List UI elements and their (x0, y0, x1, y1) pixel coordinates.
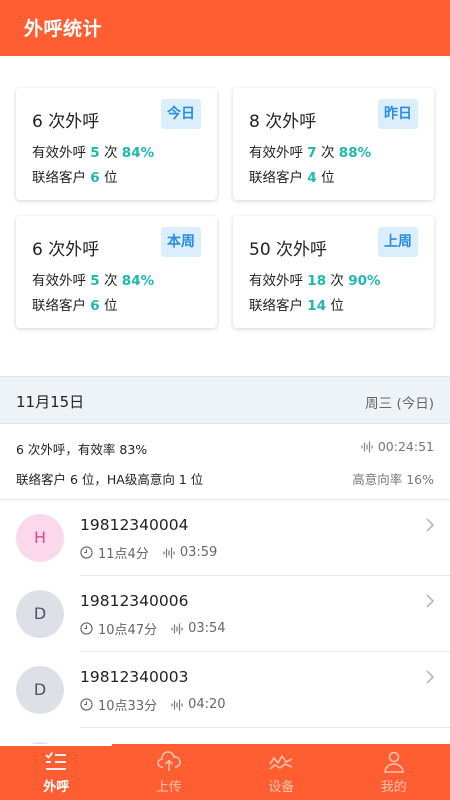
period-tag: 本周 (161, 227, 201, 257)
day-date: 11月15日 (16, 393, 85, 411)
stat-card-yesterday[interactable]: 8 次外呼 昨日 有效外呼 7 次 88% 联络客户 4 位 (233, 88, 434, 200)
contacted-customers: 联络客户 6 位 (32, 298, 118, 314)
summary-duration: 00:24:51 (361, 439, 434, 454)
call-meta: 10点47分 03:54 (80, 619, 226, 638)
chevron-right-icon[interactable] (424, 668, 436, 686)
stat-card-this-week[interactable]: 6 次外呼 本周 有效外呼 5 次 84% 联络客户 6 位 (16, 216, 217, 328)
device-wave-icon (269, 754, 293, 770)
period-tag: 今日 (161, 99, 201, 129)
tab-upload[interactable]: 上传 (113, 744, 226, 800)
summary-intent-rate: 高意向率 16% (352, 472, 434, 487)
bottom-tab-bar: 外呼 上传 设备 我的 (0, 744, 450, 800)
tab-label: 设备 (268, 780, 295, 795)
call-duration: 03:54 (188, 621, 226, 636)
phone-number: 19812340006 (80, 592, 189, 610)
chevron-right-icon[interactable] (424, 516, 436, 534)
avatar: D (16, 590, 64, 638)
tab-calls[interactable]: 外呼 (0, 744, 113, 800)
call-row[interactable]: D 19812340006 10点47分 03:54 (0, 576, 450, 652)
tab-profile[interactable]: 我的 (338, 744, 450, 800)
calls-count: 6 次外呼 (32, 240, 100, 260)
call-row[interactable]: D 19812340003 10点33分 04:20 (0, 652, 450, 728)
calls-count: 50 次外呼 (249, 240, 328, 260)
avatar: D (16, 666, 64, 714)
tab-label: 外呼 (43, 780, 70, 795)
app-header: 外呼统计 (0, 0, 450, 56)
total-duration: 00:24:51 (377, 439, 434, 454)
audio-wave-icon (361, 440, 373, 453)
call-row[interactable]: D (0, 728, 450, 744)
chevron-right-icon[interactable] (424, 592, 436, 610)
page-title: 外呼统计 (24, 18, 103, 40)
avatar: H (16, 514, 64, 562)
calls-count: 6 次外呼 (32, 112, 100, 132)
contacted-customers: 联络客户 4 位 (249, 170, 335, 186)
list-check-icon (45, 751, 66, 770)
tab-label: 上传 (155, 780, 182, 795)
period-tag: 上周 (378, 227, 418, 257)
calls-count: 8 次外呼 (249, 112, 317, 132)
cloud-upload-icon (156, 751, 181, 771)
phone-number: 19812340004 (80, 516, 189, 534)
period-tag: 昨日 (378, 99, 418, 129)
stat-card-today[interactable]: 6 次外呼 今日 有效外呼 5 次 84% 联络客户 6 位 (16, 88, 217, 200)
contacted-customers: 联络客户 14 位 (249, 298, 344, 314)
audio-wave-icon (171, 622, 183, 635)
effective-calls: 有效外呼 7 次 88% (249, 145, 372, 161)
effective-calls: 有效外呼 5 次 84% (32, 145, 155, 161)
call-meta: 10点33分 04:20 (80, 695, 226, 714)
call-time: 10点33分 (98, 699, 158, 714)
call-list[interactable]: H 19812340004 11点4分 03:59 D 19812340006 … (0, 500, 450, 744)
clock-icon (80, 698, 93, 711)
call-time: 11点4分 (98, 547, 149, 562)
stats-grid: 6 次外呼 今日 有效外呼 5 次 84% 联络客户 6 位 8 次外呼 昨日 … (0, 56, 450, 376)
clock-icon (80, 622, 93, 635)
contacted-customers: 联络客户 6 位 (32, 170, 118, 186)
call-time: 10点47分 (98, 623, 158, 638)
call-duration: 03:59 (179, 545, 218, 560)
stat-card-last-week[interactable]: 50 次外呼 上周 有效外呼 18 次 90% 联络客户 14 位 (233, 216, 434, 328)
day-header: 11月15日 周三 (今日) (0, 376, 450, 424)
call-duration: 04:20 (188, 697, 226, 712)
tab-label: 我的 (380, 780, 407, 795)
summary-contacts: 联络客户 6 位，HA级高意向 1 位 (16, 472, 204, 487)
effective-calls: 有效外呼 5 次 84% (32, 273, 155, 289)
call-row[interactable]: H 19812340004 11点4分 03:59 (0, 500, 450, 576)
phone-number: 19812340003 (80, 668, 189, 686)
user-icon (383, 751, 404, 773)
call-meta: 11点4分 03:59 (80, 543, 217, 562)
clock-icon (80, 546, 93, 559)
tab-device[interactable]: 设备 (225, 744, 338, 800)
day-weekday: 周三 (今日) (365, 396, 434, 412)
effective-calls: 有效外呼 18 次 90% (249, 273, 381, 289)
summary-calls: 6 次外呼，有效率 83% (16, 442, 148, 457)
audio-wave-icon (163, 546, 175, 559)
audio-wave-icon (171, 698, 183, 711)
day-summary: 6 次外呼，有效率 83% 00:24:51 联络客户 6 位，HA级高意向 1… (0, 424, 450, 500)
